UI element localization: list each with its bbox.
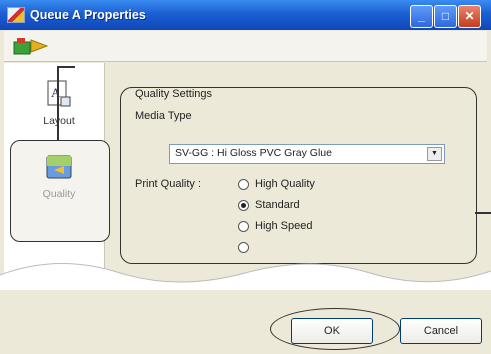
print-tool-icon[interactable] bbox=[13, 36, 53, 56]
sidebar-item-label: Layout bbox=[43, 115, 75, 127]
callout-line-sidebar bbox=[57, 66, 59, 141]
close-button[interactable]: ✕ bbox=[458, 5, 481, 28]
minimize-button[interactable]: _ bbox=[410, 5, 433, 28]
radio-high-quality[interactable]: High Quality bbox=[238, 178, 315, 190]
maximize-button[interactable]: □ bbox=[434, 5, 457, 28]
radio-high-speed[interactable]: High Speed bbox=[238, 220, 313, 232]
radio-button[interactable] bbox=[238, 178, 249, 190]
cut-edge-wave bbox=[0, 263, 491, 295]
group-title: Quality Settings bbox=[135, 88, 213, 100]
properties-window: Queue A Properties _ □ ✕ A Layout Qualit… bbox=[0, 0, 491, 354]
layout-page-icon: A bbox=[47, 80, 71, 107]
svg-text:A: A bbox=[51, 85, 61, 100]
chevron-down-icon[interactable]: ▼ bbox=[427, 147, 442, 161]
media-type-select[interactable]: SV-GG : Hi Gloss PVC Gray Glue ▼ bbox=[169, 144, 445, 164]
callout-line-group bbox=[475, 212, 491, 214]
quality-icon bbox=[46, 155, 72, 179]
radio-button-selected[interactable] bbox=[238, 199, 249, 211]
window-title: Queue A Properties bbox=[30, 8, 146, 22]
radio-button[interactable] bbox=[238, 241, 249, 253]
title-bar[interactable]: Queue A Properties _ □ ✕ bbox=[0, 0, 491, 30]
radio-option-cut[interactable] bbox=[238, 241, 255, 253]
sidebar-item-layout[interactable]: A Layout bbox=[12, 79, 106, 127]
print-quality-label: Print Quality : bbox=[135, 178, 202, 190]
app-icon bbox=[7, 7, 25, 23]
media-type-label: Media Type bbox=[135, 110, 192, 122]
sidebar-item-label: Quality bbox=[42, 188, 76, 200]
radio-standard[interactable]: Standard bbox=[238, 199, 300, 211]
callout-line-sidebar-top bbox=[57, 66, 75, 68]
radio-button[interactable] bbox=[238, 220, 249, 232]
ok-button[interactable]: OK bbox=[291, 318, 373, 344]
cancel-button[interactable]: Cancel bbox=[400, 318, 482, 344]
toolbar bbox=[4, 31, 487, 62]
media-type-value: SV-GG : Hi Gloss PVC Gray Glue bbox=[175, 147, 332, 159]
sidebar-item-quality[interactable]: Quality bbox=[12, 152, 106, 200]
